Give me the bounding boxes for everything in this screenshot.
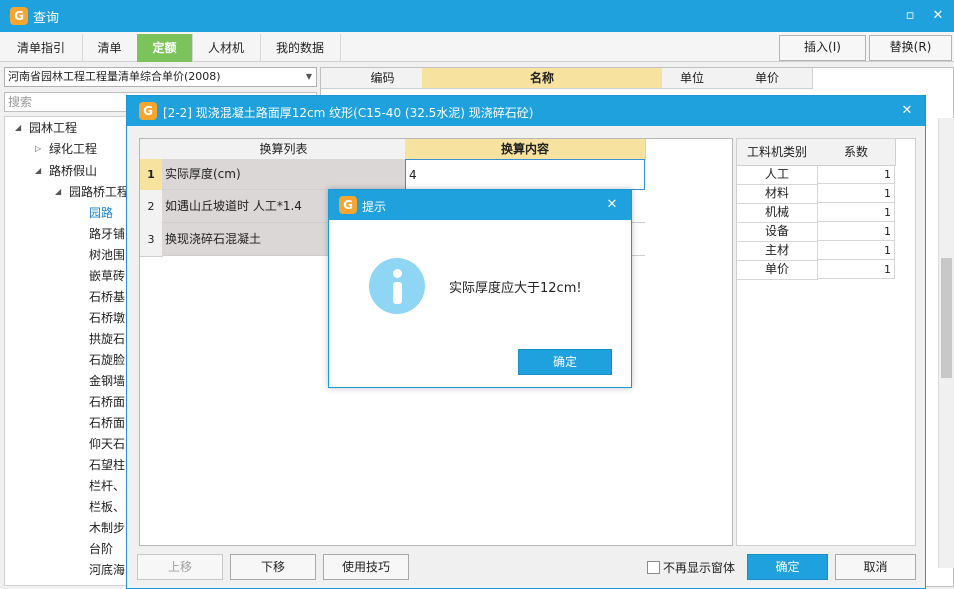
tab-bill-guide[interactable]: 清单指引 [0, 34, 83, 62]
app-logo-icon: G [339, 196, 357, 214]
coefficient-cell[interactable]: 1 [817, 184, 895, 203]
dialog-titlebar: G [2-2] 现浇混凝土路面厚12cm 纹形(C15-40 (32.5水泥) … [127, 96, 925, 126]
move-up-button[interactable]: 上移 [137, 554, 223, 580]
app-logo-icon: G [139, 102, 157, 120]
tree-node[interactable]: 石桥面 [89, 392, 125, 412]
tree-node[interactable]: ▷ 绿化工程 [35, 139, 97, 159]
expanded-icon: ◢ [35, 166, 42, 175]
column-header-code[interactable]: 编码 [343, 68, 423, 89]
coefficient-cell[interactable]: 1 [817, 260, 895, 279]
row-number: 1 [140, 159, 163, 191]
tree-node[interactable]: ◢ 园路桥工程 [55, 182, 129, 202]
close-icon[interactable]: ✕ [602, 195, 622, 215]
row-number-header [140, 139, 163, 160]
category-cell: 设备 [737, 222, 818, 242]
prompt-dialog: G 提示 ✕ 实际厚度应大于12cm! 确定 [328, 189, 632, 388]
ok-button[interactable]: 确定 [747, 554, 828, 580]
expanded-icon: ◢ [55, 187, 62, 196]
usage-tips-button[interactable]: 使用技巧 [323, 554, 409, 580]
collapsed-icon: ▷ [35, 144, 42, 153]
tab-my-data[interactable]: 我的数据 [260, 34, 341, 62]
tree-node[interactable]: ◢ 路桥假山 [35, 161, 97, 181]
tree-node[interactable]: 树池围 [89, 245, 125, 265]
close-icon[interactable]: ✕ [897, 101, 917, 121]
tree-node[interactable]: 路牙铺 [89, 224, 125, 244]
tree-node[interactable]: ◢ 园林工程 [15, 118, 77, 138]
prompt-ok-button[interactable]: 确定 [518, 349, 612, 375]
prompt-titlebar: G 提示 ✕ [329, 190, 631, 220]
insert-button[interactable]: 插入(I) [779, 35, 866, 61]
tab-bar: 清单指引 清单 定额 人材机 我的数据 插入(I) 替换(R) [0, 32, 954, 62]
tree-node[interactable]: 台阶 [89, 539, 113, 559]
tree-node[interactable]: 拱旋石 [89, 329, 125, 349]
coefficient-cell[interactable]: 1 [817, 165, 895, 184]
replace-button[interactable]: 替换(R) [869, 35, 952, 61]
column-header-name[interactable]: 名称 [422, 68, 663, 89]
column-header-conversion-content[interactable]: 换算内容 [405, 139, 646, 160]
tree-node[interactable]: 石桥基 [89, 287, 125, 307]
coefficient-cell[interactable]: 1 [817, 203, 895, 222]
no-show-checkbox[interactable] [647, 561, 660, 574]
row-number-header [321, 68, 344, 89]
category-cell: 单价 [737, 260, 818, 280]
row-number: 3 [140, 223, 163, 257]
window-titlebar: G 查询 ▫ ✕ [0, 0, 954, 32]
tree-node[interactable]: 石旋脸 [89, 350, 125, 370]
column-header-category[interactable]: 工料机类别 [737, 139, 818, 166]
library-select[interactable]: 河南省园林工程工程量清单综合单价(2008) ▼ [4, 67, 317, 87]
column-header-conversion-list[interactable]: 换算列表 [162, 139, 406, 160]
column-header-coefficient[interactable]: 系数 [817, 139, 896, 166]
close-icon[interactable]: ✕ [928, 6, 948, 26]
vertical-scrollbar[interactable] [938, 118, 954, 568]
tree-node[interactable]: 河底海 [89, 560, 125, 580]
tree-node[interactable]: 仰天石 [89, 434, 125, 454]
tree-node[interactable]: 金钢墙 [89, 371, 125, 391]
category-cell: 材料 [737, 184, 818, 204]
tree-node-selected[interactable]: 园路 [89, 203, 113, 223]
tree-node[interactable]: 嵌草砖 [89, 266, 125, 286]
tab-labor-material-machine[interactable]: 人材机 [192, 34, 261, 62]
tree-node[interactable]: 石桥墩 [89, 308, 125, 328]
coefficient-grid: 工料机类别 系数 人工 1 材料 1 机械 1 设备 1 主材 1 单价 1 [736, 138, 916, 546]
move-down-button[interactable]: 下移 [230, 554, 316, 580]
column-header-unit[interactable]: 单位 [662, 68, 723, 89]
no-show-label: 不再显示窗体 [663, 561, 736, 575]
conversion-item[interactable]: 实际厚度(cm) [162, 159, 405, 190]
expanded-icon: ◢ [15, 123, 22, 132]
tab-bill[interactable]: 清单 [82, 34, 138, 62]
coefficient-cell[interactable]: 1 [817, 222, 895, 241]
app-logo-icon: G [10, 7, 28, 25]
category-cell: 机械 [737, 203, 818, 223]
tab-quota[interactable]: 定额 [137, 34, 193, 62]
tree-node[interactable]: 石望柱 [89, 455, 125, 475]
tree-node[interactable]: 栏板、 [89, 497, 125, 517]
dialog-title: [2-2] 现浇混凝土路面厚12cm 纹形(C15-40 (32.5水泥) 现浇… [163, 106, 534, 120]
window-title: 查询 [33, 11, 60, 26]
tree-node[interactable]: 栏杆、 [89, 476, 125, 496]
info-icon [369, 258, 425, 314]
category-cell: 人工 [737, 165, 818, 185]
coefficient-cell[interactable]: 1 [817, 241, 895, 260]
row-number: 2 [140, 190, 163, 224]
cancel-button[interactable]: 取消 [835, 554, 916, 580]
prompt-message: 实际厚度应大于12cm! [449, 281, 582, 296]
scrollbar-thumb[interactable] [941, 258, 952, 378]
prompt-title: 提示 [362, 200, 387, 214]
conversion-value-input[interactable]: 4 [405, 159, 645, 190]
minimize-icon[interactable]: ▫ [900, 6, 920, 26]
chevron-down-icon: ▼ [305, 72, 312, 81]
column-header-price[interactable]: 单价 [722, 68, 813, 89]
tree-node[interactable]: 石桥面 [89, 413, 125, 433]
tree-node[interactable]: 木制步 [89, 518, 125, 538]
category-cell: 主材 [737, 241, 818, 261]
